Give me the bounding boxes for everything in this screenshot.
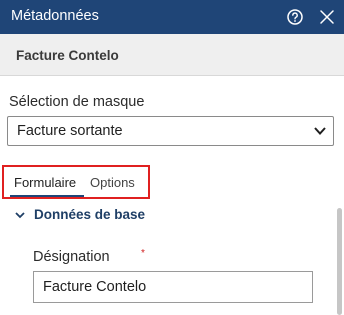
designation-input[interactable]: Facture Contelo <box>33 271 313 303</box>
mask-select-value: Facture sortante <box>17 123 123 139</box>
tab-formulaire[interactable]: Formulaire <box>14 175 76 190</box>
required-marker: * <box>141 248 145 259</box>
tab-options[interactable]: Options <box>90 175 135 190</box>
scrollbar[interactable] <box>337 208 342 315</box>
mask-selection-label: Sélection de masque <box>9 94 145 110</box>
active-tab-indicator <box>10 195 84 197</box>
close-icon[interactable] <box>318 8 336 26</box>
document-bar: Facture Contelo <box>0 34 344 76</box>
document-name: Facture Contelo <box>16 48 119 63</box>
designation-value: Facture Contelo <box>43 279 147 295</box>
help-icon[interactable] <box>286 8 304 26</box>
chevron-down-icon[interactable] <box>14 210 26 220</box>
title-bar: Métadonnées <box>0 0 344 34</box>
mask-select[interactable]: Facture sortante <box>7 116 334 146</box>
panel-title: Métadonnées <box>11 8 99 24</box>
section-title[interactable]: Données de base <box>34 207 145 222</box>
designation-label: Désignation <box>33 249 110 265</box>
chevron-down-icon <box>314 127 326 135</box>
